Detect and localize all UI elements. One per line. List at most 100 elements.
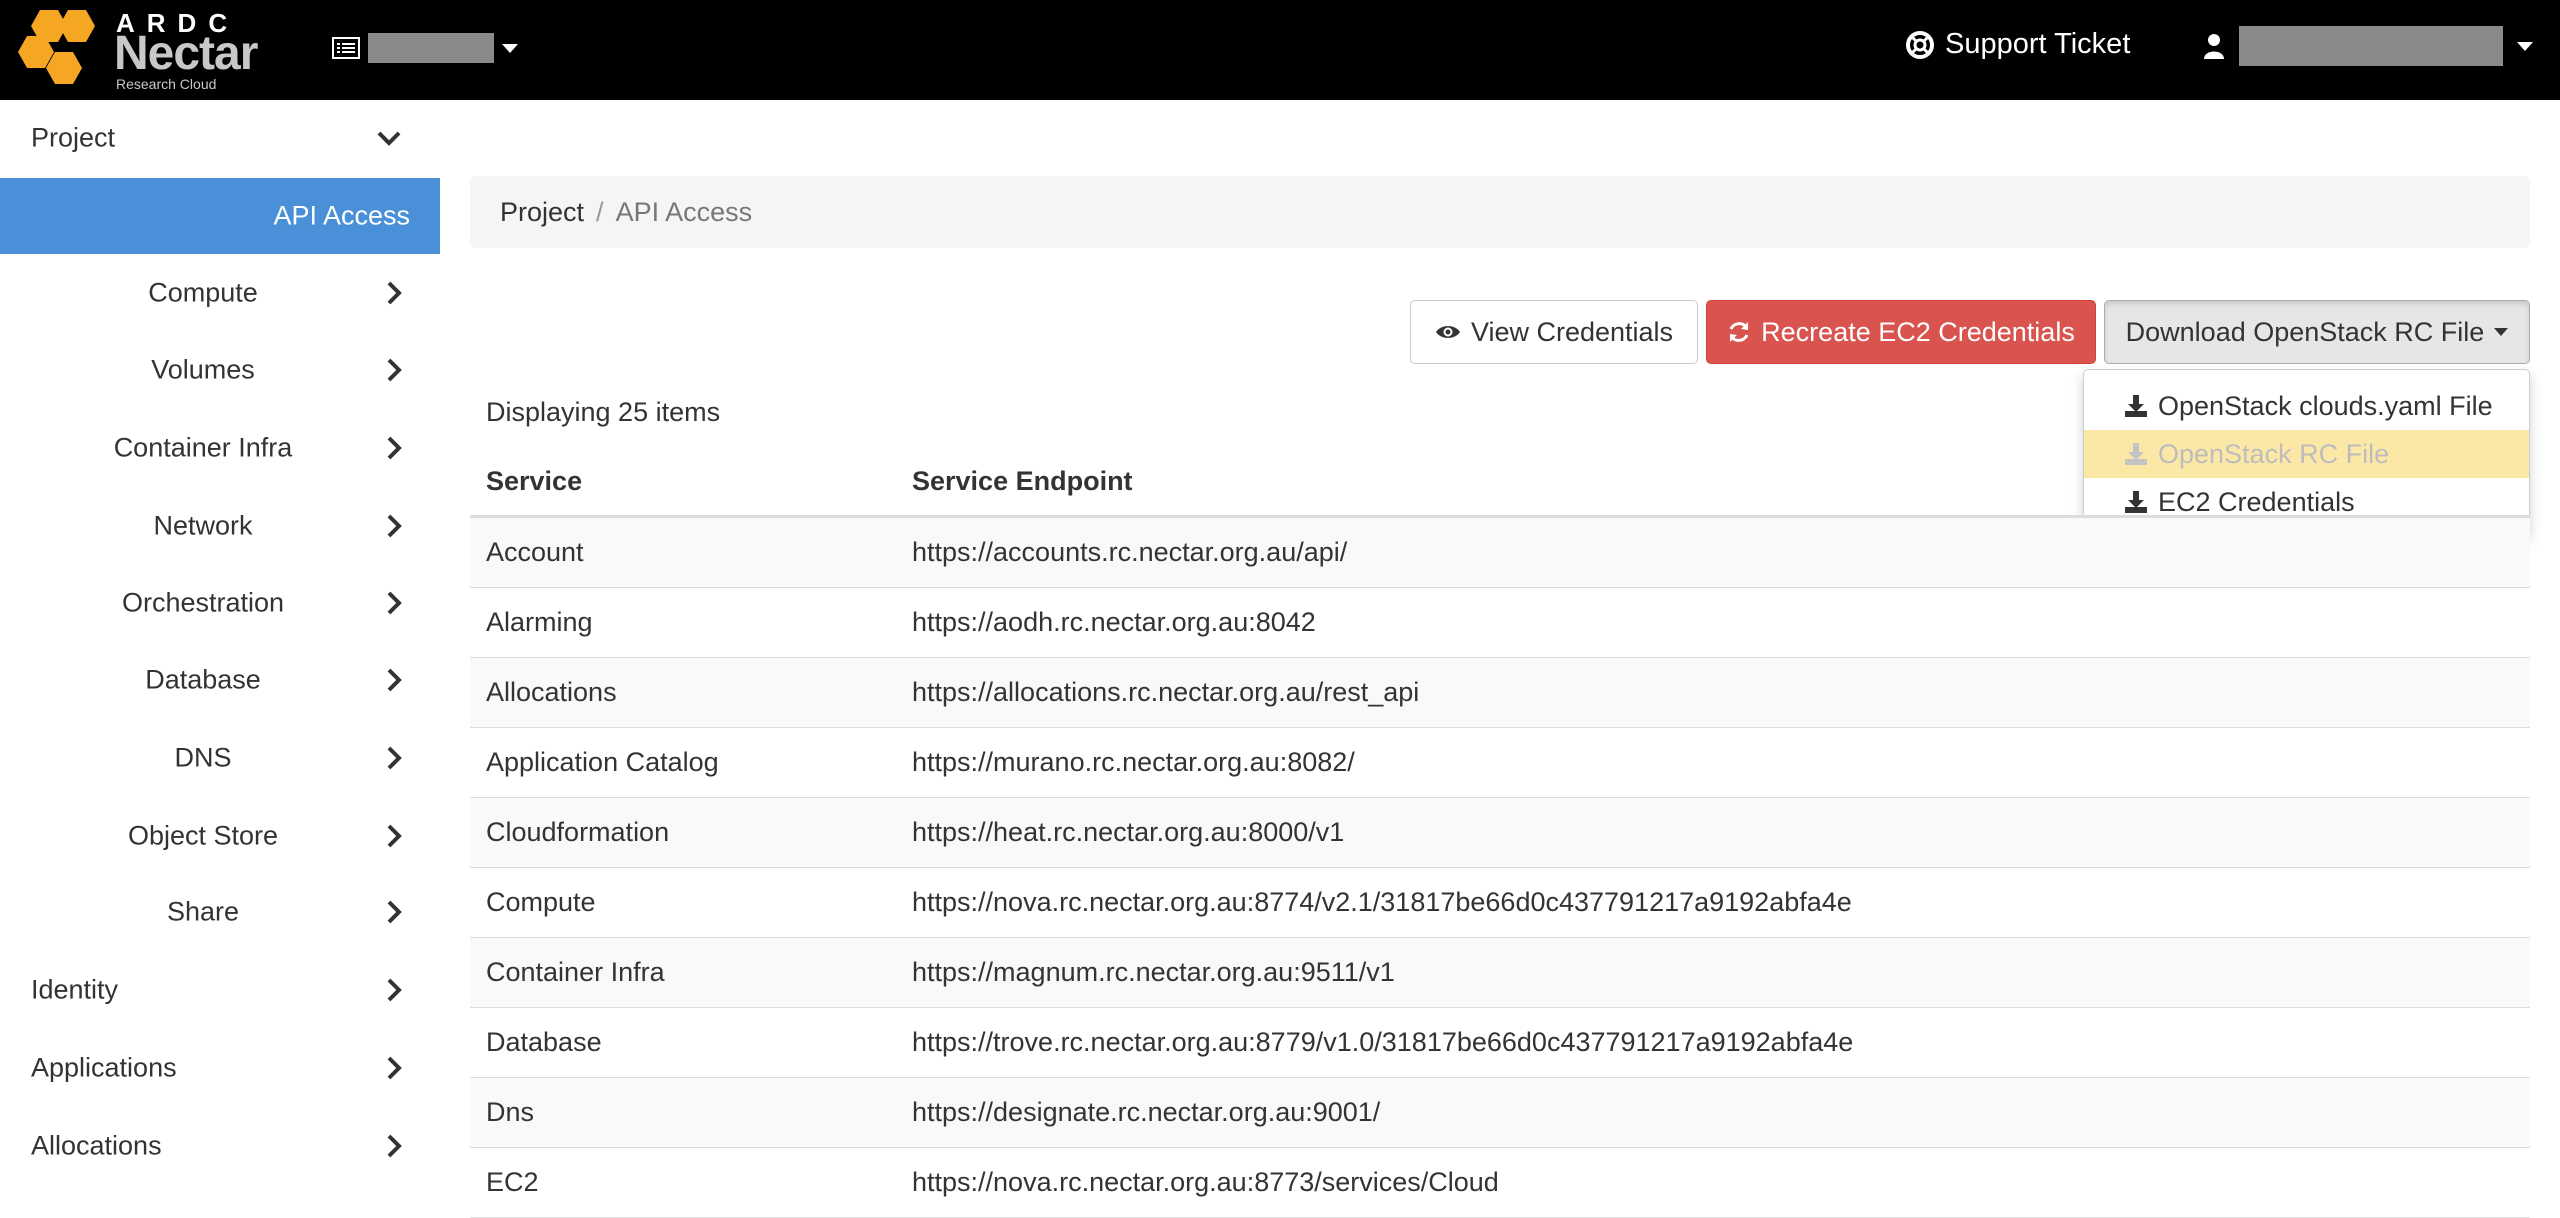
service-name-cell: Compute [486,887,596,917]
breadcrumb-current: API Access [615,196,753,227]
table-row: Allocations https://allocations.rc.nectar… [470,658,2530,728]
service-name-cell: EC2 [486,1167,539,1197]
service-name-cell: Database [486,1027,602,1057]
sidebar-item-object-store[interactable]: Object Store [0,798,440,874]
chevron-right-icon [387,1056,402,1080]
sidebar-item-label: DNS [174,742,232,773]
chevron-right-icon [387,281,402,305]
chevron-right-icon [387,591,402,615]
column-header-service[interactable]: Service [470,466,912,497]
api-endpoints-table: Service Service Endpoint Account https://… [470,448,2530,1218]
sidebar-item-orchestration[interactable]: Orchestration [0,565,440,641]
sidebar-item-label: Container Infra [113,432,293,463]
support-ticket-link[interactable]: Support Ticket [1905,28,2130,61]
life-ring-icon [1906,30,1934,59]
sidebar-item-volumes[interactable]: Volumes [0,332,440,408]
service-name-cell: Application Catalog [486,747,719,777]
sidebar-item-database[interactable]: Database [0,642,440,718]
sidebar-section-label: Applications [31,1052,177,1083]
support-ticket-label: Support Ticket [1945,28,2131,60]
sidebar-item-label: Compute [148,277,258,308]
service-name-cell: Container Infra [486,957,665,987]
table-row: Dns https://designate.rc.nectar.org.au:90… [470,1078,2530,1148]
service-endpoint-cell: https://trove.rc.nectar.org.au:8779/v1.0… [912,1027,1854,1057]
sidebar-item-label: Object Store [127,820,279,851]
user-icon [2204,34,2224,59]
service-endpoint-cell: https://allocations.rc.nectar.org.au/res… [912,677,1420,707]
service-name-cell: Allocations [486,677,617,707]
table-row: Cloudformation https://heat.rc.nectar.org… [470,798,2530,868]
sidebar-item-dns[interactable]: DNS [0,720,440,796]
sidebar-section-label: Identity [31,974,119,1005]
service-endpoint-cell: https://aodh.rc.nectar.org.au:8042 [912,607,1316,637]
chevron-down-icon [502,43,518,53]
sidebar-section-label: Project [31,122,116,153]
chevron-right-icon [387,358,402,382]
service-endpoint-cell: https://murano.rc.nectar.org.au:8082/ [912,747,1355,777]
table-row: EC2 https://nova.rc.nectar.org.au:8773/se… [470,1148,2530,1218]
service-name-cell: Account [486,537,584,567]
brand-sub: Research Cloud [116,76,217,92]
sidebar-section-project[interactable]: Project [0,100,440,176]
sidebar-item-api-access[interactable]: API Access [0,178,440,254]
sidebar: Project API Access Compute Volumes Conta… [0,100,440,1184]
table-row: Account https://accounts.rc.nectar.org.au… [470,518,2530,588]
sidebar-item-label: Orchestration [121,587,285,618]
column-header-endpoint[interactable]: Service Endpoint [912,466,2530,497]
chevron-right-icon [387,746,402,770]
sidebar-item-label: Network [153,510,253,541]
service-name-cell: Alarming [486,607,593,637]
view-credentials-button[interactable]: View Credentials [1410,300,1698,364]
service-name-cell: Cloudformation [486,817,670,847]
chevron-right-icon [387,978,402,1002]
chevron-right-icon [387,1134,402,1158]
download-rc-label: Download OpenStack RC File [2125,316,2485,347]
sidebar-item-compute[interactable]: Compute [0,255,440,331]
nectar-logo[interactable]: ARDC Nectar Research Cloud [18,6,288,92]
chevron-right-icon [387,900,402,924]
menu-item-clouds-yaml[interactable]: OpenStack clouds.yaml File [2084,382,2529,430]
list-icon [332,37,360,59]
chevron-down-icon [2494,328,2509,336]
sidebar-item-label: Share [166,896,240,927]
sidebar-section-applications[interactable]: Applications [0,1030,440,1106]
user-menu[interactable] [2203,26,2533,66]
project-switcher[interactable] [332,30,518,66]
chevron-down-icon [377,131,401,146]
download-openstack-rc-button[interactable]: Download OpenStack RC File [2104,300,2530,364]
service-endpoint-cell: https://nova.rc.nectar.org.au:8774/v2.1/… [912,887,1852,917]
service-endpoint-cell: https://accounts.rc.nectar.org.au/api/ [912,537,1348,567]
breadcrumb-project[interactable]: Project [500,197,584,228]
honeycomb-icon [18,10,95,84]
chevron-right-icon [387,668,402,692]
chevron-right-icon [387,514,402,538]
chevron-right-icon [387,824,402,848]
table-header: Service Service Endpoint [470,448,2530,518]
sidebar-item-label: Volumes [151,354,255,385]
sidebar-item-share[interactable]: Share [0,874,440,950]
chevron-down-icon [2517,41,2533,51]
service-endpoint-cell: https://designate.rc.nectar.org.au:9001/ [912,1097,1381,1127]
table-row: Database https://trove.rc.nectar.org.au:8… [470,1008,2530,1078]
top-navbar: ARDC Nectar Research Cloud Support Ticke… [0,0,2560,100]
menu-item-label: OpenStack clouds.yaml File [2158,390,2493,421]
item-count: Displaying 25 items [486,397,721,427]
sidebar-section-identity[interactable]: Identity [0,952,440,1028]
download-icon [2125,395,2147,417]
sidebar-section-label: Allocations [31,1130,162,1161]
table-row: Application Catalog https://murano.rc.nec… [470,728,2530,798]
view-credentials-label: View Credentials [1470,316,1674,347]
service-endpoint-cell: https://nova.rc.nectar.org.au:8773/servi… [912,1167,1499,1197]
breadcrumb-separator: / [596,196,604,227]
chevron-right-icon [387,436,402,460]
brand-name: Nectar [114,27,258,80]
sidebar-item-network[interactable]: Network [0,488,440,564]
sidebar-item-container-infra[interactable]: Container Infra [0,410,440,486]
eye-icon [1435,326,1460,338]
table-row: Container Infra https://magnum.rc.nectar.… [470,938,2530,1008]
service-endpoint-cell: https://heat.rc.nectar.org.au:8000/v1 [912,817,1345,847]
recreate-ec2-credentials-button[interactable]: Recreate EC2 Credentials [1706,300,2096,364]
username-redacted [2239,26,2503,66]
sidebar-item-label: API Access [273,200,410,231]
sidebar-section-allocations[interactable]: Allocations [0,1108,440,1184]
